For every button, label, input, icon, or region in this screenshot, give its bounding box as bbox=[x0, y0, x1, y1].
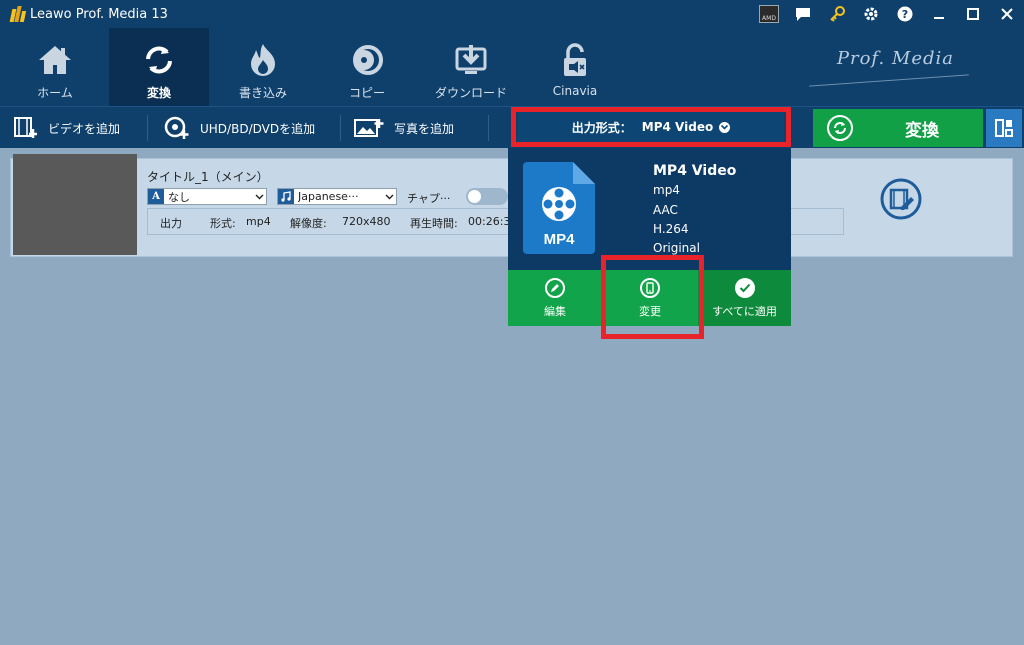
audio-track-select[interactable]: Japanese··· bbox=[277, 188, 397, 205]
chapter-label: チャプ··· bbox=[407, 192, 451, 205]
svg-text:MP4: MP4 bbox=[544, 231, 576, 248]
chevron-down-icon bbox=[382, 194, 396, 200]
convert-icon bbox=[142, 42, 176, 78]
output-format-dropdown[interactable]: 出力形式： MP4 Video bbox=[518, 112, 784, 142]
subtitle-select[interactable]: A なし bbox=[147, 188, 267, 205]
download-icon bbox=[453, 42, 489, 78]
nav-home-label: ホーム bbox=[37, 86, 73, 100]
music-note-icon bbox=[278, 189, 294, 204]
disc-add-icon bbox=[164, 116, 190, 140]
layout-toggle-button[interactable] bbox=[986, 109, 1022, 147]
video-thumbnail[interactable] bbox=[13, 154, 137, 255]
apply-all-button[interactable]: すべてに適用 bbox=[698, 270, 791, 326]
subtitle-value: なし bbox=[168, 190, 190, 204]
maximize-icon[interactable] bbox=[956, 0, 990, 28]
chapter-toggle[interactable] bbox=[466, 188, 508, 205]
brand-underline bbox=[809, 74, 969, 87]
edit-format-label: 編集 bbox=[544, 304, 566, 318]
resolution-label: 解像度: bbox=[290, 217, 327, 230]
format-container: mp4 bbox=[653, 183, 680, 198]
format-quality: Original bbox=[653, 241, 700, 256]
nav-burn-label: 書き込み bbox=[238, 86, 287, 100]
copy-icon bbox=[350, 42, 384, 78]
convert-button[interactable]: 変換 bbox=[813, 109, 983, 147]
amd-chip-icon[interactable]: AMD bbox=[752, 0, 786, 28]
add-video-button[interactable]: ビデオを追加 bbox=[14, 107, 120, 149]
chevron-down-icon bbox=[252, 194, 266, 200]
cinavia-icon bbox=[560, 42, 590, 78]
format-audio-codec: AAC bbox=[653, 202, 678, 217]
nav-cinavia-label: Cinavia bbox=[552, 84, 598, 98]
feedback-icon[interactable] bbox=[786, 0, 820, 28]
chevron-down-icon bbox=[719, 121, 731, 133]
phone-icon bbox=[640, 277, 660, 298]
nav-cinavia[interactable]: Cinavia bbox=[525, 28, 625, 106]
settings-icon[interactable] bbox=[854, 0, 888, 28]
title-bar: Leawo Prof. Media 13 AMD ? bbox=[0, 0, 1024, 28]
brand-logo: Prof. Media bbox=[836, 48, 954, 69]
home-icon bbox=[36, 42, 74, 78]
edit-format-button[interactable]: 編集 bbox=[508, 270, 602, 326]
nav-convert[interactable]: 変換 bbox=[109, 28, 209, 106]
check-icon bbox=[734, 277, 755, 298]
format-details: MP4 Video mp4 AAC H.264 Original bbox=[653, 162, 736, 258]
add-disc-button[interactable]: UHD/BD/DVDを追加 bbox=[164, 107, 315, 149]
format-name: MP4 Video bbox=[653, 163, 737, 179]
output-label: 出力 bbox=[160, 217, 182, 230]
output-format-label: 出力形式： bbox=[571, 120, 632, 135]
nav-copy[interactable]: コピー bbox=[317, 28, 417, 106]
change-format-label: 変更 bbox=[639, 304, 661, 318]
nav-burn[interactable]: 書き込み bbox=[213, 28, 313, 106]
output-format-value: MP4 Video bbox=[641, 120, 714, 134]
key-icon[interactable] bbox=[820, 0, 854, 28]
close-icon[interactable] bbox=[990, 0, 1024, 28]
add-video-label: ビデオを追加 bbox=[48, 121, 121, 136]
format-value: mp4 bbox=[246, 215, 271, 228]
apply-all-label: すべてに適用 bbox=[712, 304, 777, 318]
photo-add-icon bbox=[354, 117, 384, 139]
convert-button-label: 変換 bbox=[905, 120, 939, 141]
duration-value: 00:26:3 bbox=[468, 215, 511, 228]
help-icon[interactable]: ? bbox=[888, 0, 922, 28]
format-video-codec: H.264 bbox=[653, 221, 689, 236]
add-photo-button[interactable]: 写真を追加 bbox=[354, 107, 454, 149]
file-title: タイトル_1（メイン） bbox=[147, 170, 269, 184]
format-preview: MP4 MP4 Video mp4 AAC H.264 Original bbox=[508, 148, 791, 270]
nav-convert-label: 変換 bbox=[146, 86, 171, 100]
burn-icon bbox=[246, 42, 280, 78]
film-add-icon bbox=[14, 117, 38, 139]
main-nav: ホーム 変換 書き込み コピー ダウンロード Cinavia Prof. Med… bbox=[0, 28, 1024, 106]
nav-copy-label: コピー bbox=[348, 86, 385, 100]
refresh-icon bbox=[827, 115, 853, 141]
output-format-panel: MP4 MP4 Video mp4 AAC H.264 Original 編集 … bbox=[508, 148, 791, 326]
window-title: Leawo Prof. Media 13 bbox=[30, 6, 168, 22]
add-disc-label: UHD/BD/DVDを追加 bbox=[200, 121, 316, 136]
resolution-value: 720x480 bbox=[342, 215, 391, 228]
format-label: 形式: bbox=[210, 217, 236, 230]
duration-label: 再生時間: bbox=[410, 217, 458, 230]
format-actions: 編集 変更 すべてに適用 bbox=[508, 270, 791, 326]
video-edit-icon[interactable] bbox=[879, 177, 923, 221]
pencil-icon bbox=[545, 277, 565, 298]
app-logo-icon bbox=[9, 6, 27, 22]
svg-text:?: ? bbox=[902, 8, 908, 21]
subtitle-icon: A bbox=[148, 189, 164, 204]
nav-home[interactable]: ホーム bbox=[5, 28, 105, 106]
add-photo-label: 写真を追加 bbox=[394, 121, 455, 136]
change-format-button[interactable]: 変更 bbox=[602, 270, 698, 326]
nav-download-label: ダウンロード bbox=[434, 86, 507, 100]
layout-icon bbox=[995, 119, 1013, 137]
mp4-file-icon: MP4 bbox=[523, 162, 595, 254]
audio-track-value: Japanese··· bbox=[298, 190, 359, 203]
nav-download[interactable]: ダウンロード bbox=[421, 28, 521, 106]
minimize-icon[interactable] bbox=[922, 0, 956, 28]
